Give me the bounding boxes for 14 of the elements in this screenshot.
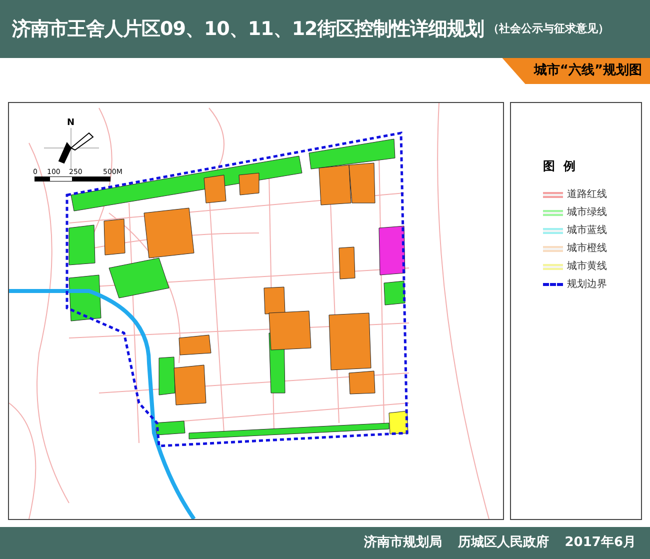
- legend-label: 城市橙线: [567, 242, 608, 256]
- legend-title: 图 例: [543, 158, 576, 176]
- footer-text: 2017年6月: [564, 534, 636, 552]
- north-arrow-icon: [44, 128, 100, 169]
- plan-title: 济南市王舍人片区09、10、11、12街区控制性详细规划: [12, 16, 484, 42]
- legend-label: 规划边界: [567, 278, 608, 292]
- plan-subtitle: （社会公示与征求意见）: [488, 20, 609, 37]
- legend-label: 城市黄线: [567, 260, 608, 274]
- footer-text: 历城区人民政府: [458, 534, 549, 552]
- legend-label: 城市绿线: [567, 206, 608, 220]
- legend-label: 城市蓝线: [567, 224, 608, 238]
- north-label: N: [67, 118, 75, 128]
- legend-label: 道路红线: [567, 188, 608, 202]
- footer-text: 济南市规划局: [364, 534, 442, 552]
